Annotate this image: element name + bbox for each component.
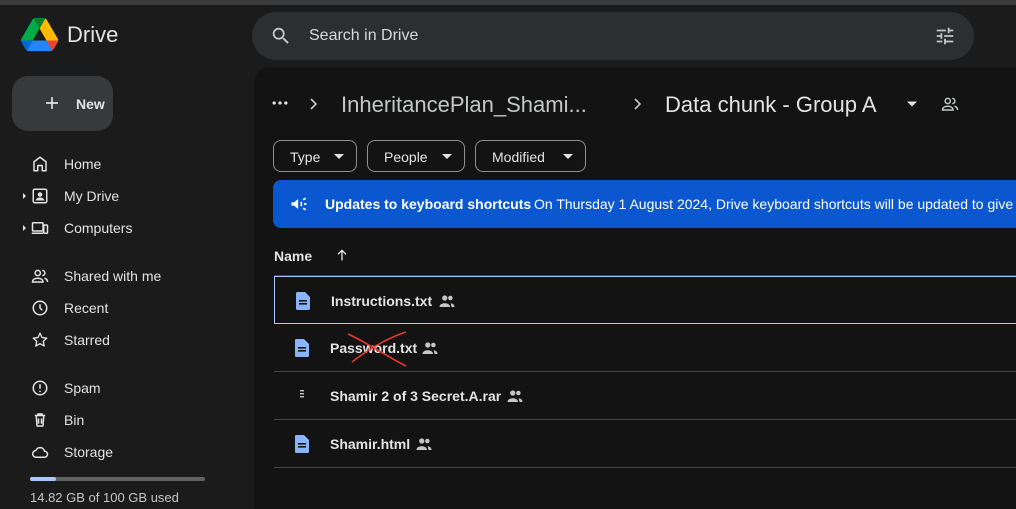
expand-caret-icon[interactable]	[22, 223, 28, 233]
sidebar-item-storage[interactable]: Storage	[22, 438, 242, 466]
plus-icon	[46, 97, 58, 109]
shared-people-icon	[416, 438, 432, 450]
top-edge	[0, 0, 1016, 5]
storage-progress-bar	[30, 477, 205, 481]
storage-usage-text: 14.82 GB of 100 GB used	[30, 490, 179, 505]
sidebar-item-label: Computers	[64, 220, 133, 236]
my-drive-icon	[32, 188, 48, 204]
expand-caret-icon[interactable]	[22, 191, 28, 201]
chevron-down-icon	[442, 154, 452, 159]
banner-body: On Thursday 1 August 2024, Drive keyboar…	[534, 196, 1014, 212]
file-name[interactable]: Shamir.html	[330, 436, 410, 452]
spam-icon	[32, 380, 48, 396]
file-name[interactable]: Password.txt	[330, 340, 417, 356]
filter-people-label: People	[384, 149, 428, 165]
star-icon	[32, 332, 48, 347]
megaphone-icon	[291, 197, 307, 211]
sidebar-item-label: Home	[64, 156, 102, 172]
sidebar-item-label: Recent	[64, 300, 109, 316]
sidebar-item-label: Spam	[64, 380, 101, 396]
file-name[interactable]: Shamir 2 of 3 Secret.A.rar	[330, 388, 501, 404]
sidebar-item-home[interactable]: Home	[22, 150, 242, 178]
filter-type-chip[interactable]: Type	[273, 140, 357, 172]
banner-title: Updates to keyboard shortcuts	[325, 196, 532, 212]
search-icon[interactable]	[270, 25, 292, 47]
sidebar-item-spam[interactable]: Spam	[22, 374, 242, 402]
filter-modified-chip[interactable]: Modified	[475, 140, 586, 172]
announcement-banner[interactable]: Updates to keyboard shortcuts On Thursda…	[273, 180, 1016, 228]
table-row[interactable]: Password.txt	[274, 324, 1016, 372]
app-name: Drive	[67, 21, 119, 47]
home-icon	[33, 156, 47, 172]
sort-ascending-icon[interactable]	[334, 247, 350, 263]
table-row[interactable]: Instructions.txt	[274, 276, 1016, 324]
sidebar-item-label: Storage	[64, 444, 114, 460]
file-name[interactable]: Instructions.txt	[331, 293, 432, 309]
drive-logo[interactable]: Drive	[21, 17, 118, 52]
shared-folder-icon[interactable]	[941, 95, 959, 113]
doc-icon	[294, 339, 309, 357]
sidebar-item-label: My Drive	[64, 188, 120, 204]
table-row[interactable]: Shamir.html	[274, 420, 1016, 468]
shared-icon	[31, 269, 49, 283]
archive-icon	[300, 390, 304, 398]
shared-people-icon	[439, 295, 455, 307]
new-button[interactable]: New	[12, 76, 113, 131]
column-header-name[interactable]: Name	[274, 248, 312, 264]
doc-icon	[294, 435, 309, 453]
sidebar-item-label: Starred	[64, 332, 110, 348]
sidebar-item-bin[interactable]: Bin	[22, 406, 242, 434]
new-button-label: New	[76, 96, 105, 112]
clock-icon	[32, 300, 48, 316]
filter-modified-label: Modified	[492, 149, 545, 165]
table-row[interactable]: Shamir 2 of 3 Secret.A.rar	[274, 372, 1016, 420]
breadcrumb-current[interactable]: Data chunk - Group A	[665, 92, 877, 118]
search-bar[interactable]	[252, 12, 974, 60]
sidebar-item-computers[interactable]: Computers	[22, 214, 242, 242]
chevron-down-icon	[334, 154, 344, 159]
cloud-icon	[31, 446, 49, 458]
sidebar-item-label: Bin	[64, 412, 85, 428]
search-options-icon[interactable]	[934, 25, 956, 47]
more-horiz-icon[interactable]	[270, 93, 290, 113]
chevron-right-icon	[310, 98, 318, 110]
search-input[interactable]	[309, 24, 909, 48]
chevron-right-icon	[634, 98, 642, 110]
filter-people-chip[interactable]: People	[367, 140, 465, 172]
sidebar-item-recent[interactable]: Recent	[22, 294, 242, 322]
drive-logo-icon	[21, 17, 58, 52]
trash-icon	[34, 413, 46, 427]
sidebar-item-starred[interactable]: Starred	[22, 326, 242, 354]
computers-icon	[31, 222, 49, 234]
sidebar-item-shared-with-me[interactable]: Shared with me	[22, 262, 242, 290]
shared-people-icon	[507, 390, 523, 402]
storage-progress-fill	[30, 477, 56, 481]
sidebar-item-label: Shared with me	[64, 268, 162, 284]
filter-type-label: Type	[290, 149, 321, 165]
chevron-down-icon	[563, 154, 573, 159]
breadcrumb-parent[interactable]: InheritancePlan_Shami...	[341, 92, 587, 118]
doc-icon	[295, 292, 310, 310]
shared-people-icon	[422, 342, 438, 354]
sidebar-item-my-drive[interactable]: My Drive	[22, 182, 242, 210]
folder-menu-dropdown-icon[interactable]	[906, 100, 918, 108]
